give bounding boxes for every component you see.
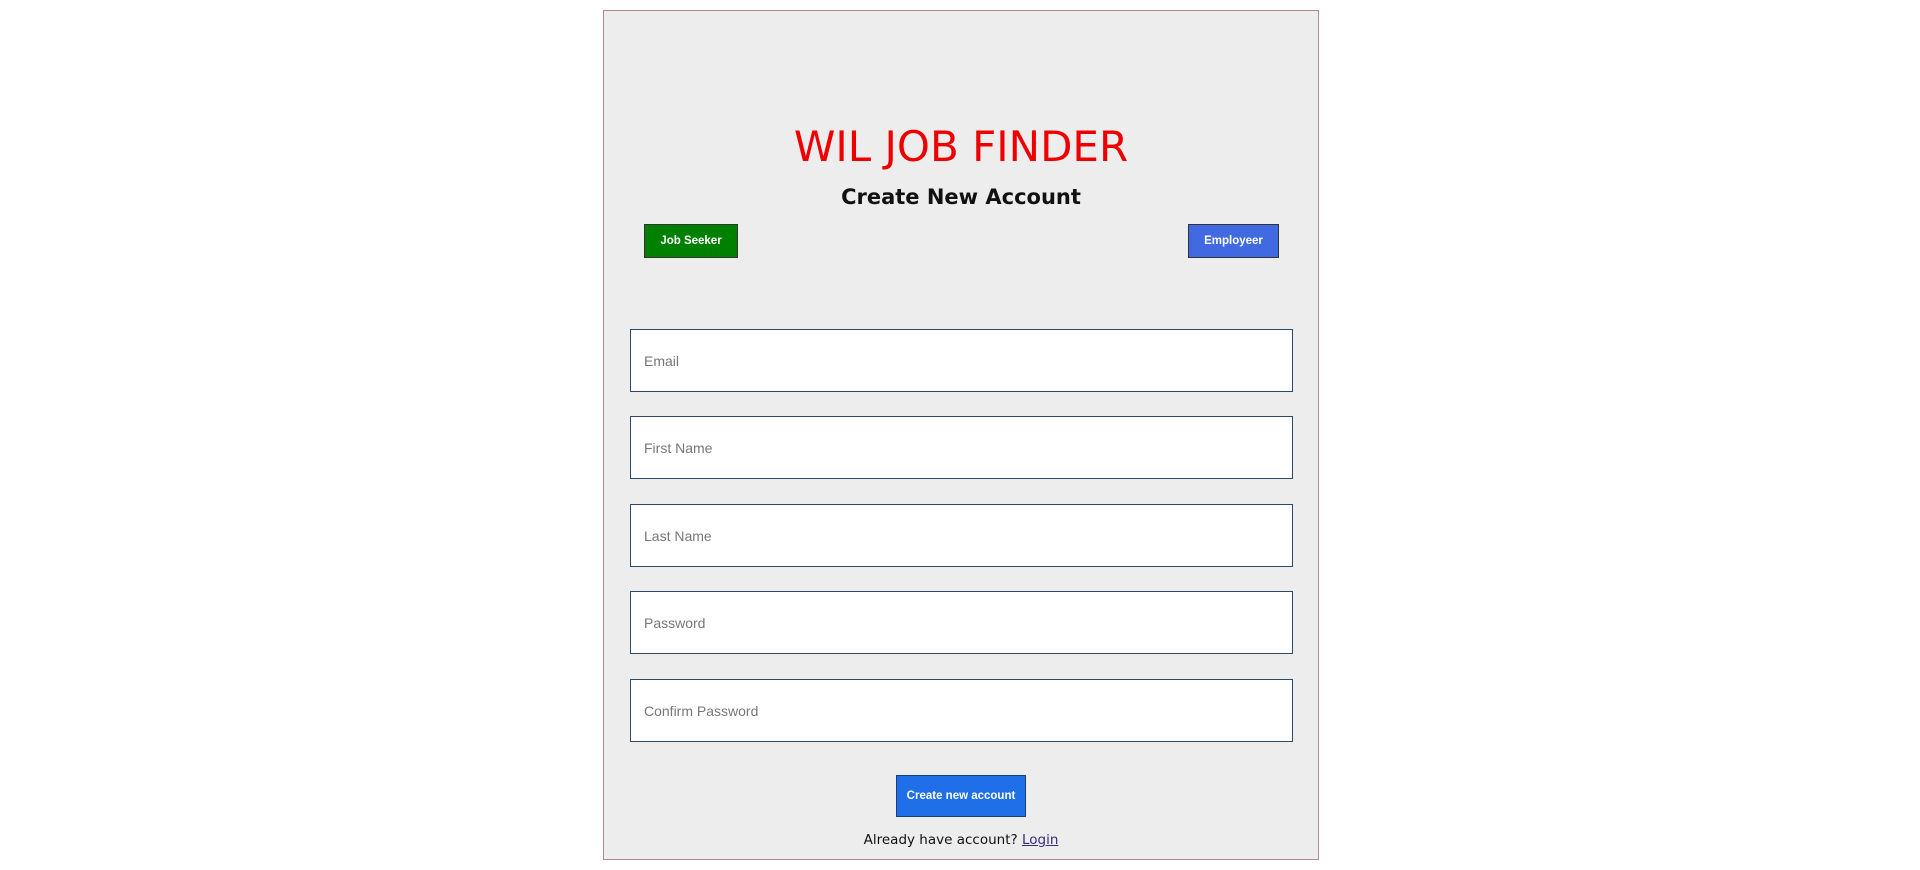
- login-link[interactable]: Login: [1022, 832, 1058, 848]
- brand-title: WIL JOB FINDER: [793, 122, 1129, 171]
- email-field[interactable]: [630, 329, 1293, 392]
- create-account-button[interactable]: Create new account: [896, 775, 1026, 817]
- login-prompt: Already have account? Login: [604, 831, 1318, 849]
- first-name-field[interactable]: [630, 416, 1293, 479]
- login-prompt-text: Already have account?: [863, 832, 1022, 848]
- last-name-field[interactable]: [630, 504, 1293, 567]
- password-field[interactable]: [630, 591, 1293, 654]
- page-subtitle: Create New Account: [841, 185, 1081, 209]
- signup-card: WIL JOB FINDER Create New Account Job Se…: [603, 10, 1319, 860]
- job-seeker-button[interactable]: Job Seeker: [644, 224, 738, 258]
- employer-button[interactable]: Employeer: [1188, 224, 1279, 258]
- confirm-password-field[interactable]: [630, 679, 1293, 742]
